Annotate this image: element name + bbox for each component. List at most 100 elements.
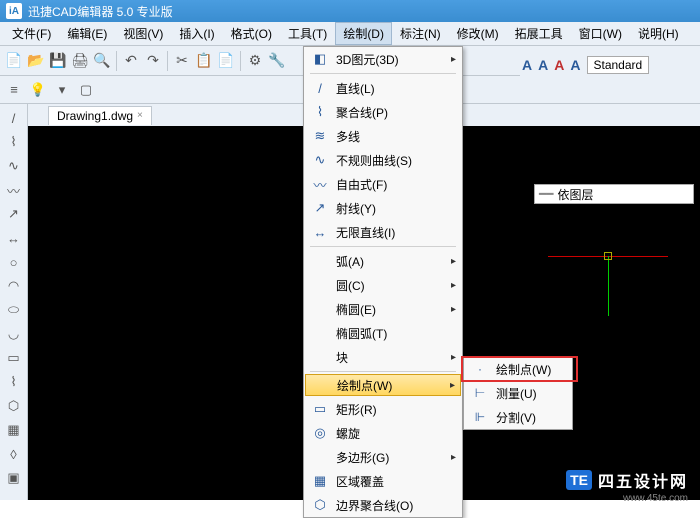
menu-item[interactable]: ◧3D图元(3D)▸: [304, 47, 462, 71]
menu-modify[interactable]: 修改(M): [449, 22, 507, 45]
submenu-item-icon: ⊢: [470, 383, 490, 403]
submenu-arrow-icon: ▸: [451, 452, 456, 463]
paste-icon[interactable]: 📄: [216, 51, 236, 71]
bulb-icon[interactable]: 💡: [28, 80, 48, 100]
submenu-item[interactable]: ·绘制点(W): [464, 357, 572, 381]
open-icon[interactable]: 📂: [26, 51, 46, 71]
menu-item-icon: 〰: [310, 174, 330, 194]
text-a-icon[interactable]: A: [554, 57, 564, 73]
menu-item[interactable]: 〰自由式(F): [304, 172, 462, 196]
menu-item[interactable]: 椭圆弧(T): [304, 321, 462, 345]
menu-item-label: 绘制点(W): [337, 377, 450, 394]
submenu-item[interactable]: ⊢测量(U): [464, 381, 572, 405]
menu-item[interactable]: /直线(L): [304, 76, 462, 100]
freehand-tool-icon[interactable]: 〰: [4, 180, 24, 200]
copy-icon[interactable]: 📋: [194, 51, 214, 71]
menu-file[interactable]: 文件(F): [4, 22, 59, 45]
boundary-tool-icon[interactable]: ◊: [4, 444, 24, 464]
polyline-tool-icon[interactable]: ⌇: [4, 132, 24, 152]
menu-edit[interactable]: 编辑(E): [59, 22, 115, 45]
app-title: 迅捷CAD编辑器 5.0 专业版: [28, 3, 173, 20]
arc-tool-icon[interactable]: ◠: [4, 276, 24, 296]
text-a-icon[interactable]: A: [538, 57, 548, 73]
box-icon[interactable]: ▢: [76, 80, 96, 100]
menu-format[interactable]: 格式(O): [223, 22, 280, 45]
menu-item[interactable]: ↗射线(Y): [304, 196, 462, 220]
submenu-item[interactable]: ⊩分割(V): [464, 405, 572, 429]
xline-tool-icon[interactable]: ↔: [4, 228, 24, 248]
menu-item-icon: [310, 323, 330, 343]
draw-menu-dropdown[interactable]: ◧3D图元(3D)▸ /直线(L)⌇聚合线(P)≋多线∿不规则曲线(S)〰自由式(…: [303, 46, 463, 518]
ray-tool-icon[interactable]: ↗: [4, 204, 24, 224]
menu-item[interactable]: ≋多线: [304, 124, 462, 148]
tool-icon[interactable]: 🔧: [267, 51, 287, 71]
menu-item[interactable]: ⌇聚合线(P): [304, 100, 462, 124]
menu-item-label: 椭圆弧(T): [336, 325, 456, 342]
spline-tool-icon[interactable]: ∿: [4, 156, 24, 176]
print-icon[interactable]: 🖨: [70, 51, 90, 71]
menu-item[interactable]: 绘制点(W)▸: [305, 374, 461, 396]
menu-item[interactable]: 多边形(G)▸: [304, 445, 462, 469]
dropdown-icon[interactable]: ▾: [52, 80, 72, 100]
menu-dimension[interactable]: 标注(N): [392, 22, 449, 45]
menu-bar[interactable]: 文件(F) 编辑(E) 视图(V) 插入(I) 格式(O) 工具(T) 绘制(D…: [0, 22, 700, 46]
style-select[interactable]: Standard: [587, 56, 650, 74]
text-a-icon[interactable]: A: [570, 57, 580, 73]
separator: [116, 51, 117, 71]
menu-item[interactable]: ▭矩形(R): [304, 397, 462, 421]
document-tab[interactable]: Drawing1.dwg ×: [48, 106, 152, 125]
menu-view[interactable]: 视图(V): [115, 22, 171, 45]
submenu-arrow-icon: ▸: [451, 304, 456, 315]
menu-item[interactable]: ▦区域覆盖: [304, 469, 462, 493]
submenu-item-icon: ·: [470, 359, 490, 379]
save-icon[interactable]: 💾: [48, 51, 68, 71]
rect-tool-icon[interactable]: ▭: [4, 348, 24, 368]
menu-extensions[interactable]: 拓展工具: [507, 22, 571, 45]
tool-icon[interactable]: ⚙: [245, 51, 265, 71]
crosshair-pickbox: [604, 252, 612, 260]
text-a-icon[interactable]: A: [522, 57, 532, 73]
preview-icon[interactable]: 🔍: [92, 51, 112, 71]
menu-item-label: 不规则曲线(S): [336, 152, 456, 169]
menu-tools[interactable]: 工具(T): [280, 22, 335, 45]
ellipse-tool-icon[interactable]: ⬭: [4, 300, 24, 320]
menu-item-icon: [310, 347, 330, 367]
close-icon[interactable]: ×: [137, 110, 143, 121]
menu-item[interactable]: 弧(A)▸: [304, 249, 462, 273]
draw-point-submenu[interactable]: ·绘制点(W)⊢测量(U)⊩分割(V): [463, 356, 573, 430]
layer-icon[interactable]: ≡: [4, 80, 24, 100]
menu-item[interactable]: 圆(C)▸: [304, 273, 462, 297]
redo-icon[interactable]: ↷: [143, 51, 163, 71]
menu-window[interactable]: 窗口(W): [571, 22, 630, 45]
spring-tool-icon[interactable]: ⌇: [4, 372, 24, 392]
menu-item-icon: ▭: [310, 399, 330, 419]
menu-help[interactable]: 说明(H): [630, 22, 687, 45]
line-tool-icon[interactable]: /: [4, 108, 24, 128]
menu-item-icon: ↗: [310, 198, 330, 218]
menu-insert[interactable]: 插入(I): [171, 22, 222, 45]
menu-item[interactable]: ⬡边界聚合线(O): [304, 493, 462, 517]
title-bar: iA 迅捷CAD编辑器 5.0 专业版: [0, 0, 700, 22]
hatch-tool-icon[interactable]: ▦: [4, 420, 24, 440]
menu-item-icon: [310, 251, 330, 271]
menu-item-label: 聚合线(P): [336, 104, 456, 121]
menu-item[interactable]: 椭圆(E)▸: [304, 297, 462, 321]
menu-item[interactable]: 块▸: [304, 345, 462, 369]
region-tool-icon[interactable]: ▣: [4, 468, 24, 488]
circle-tool-icon[interactable]: ○: [4, 252, 24, 272]
menu-item[interactable]: ∿不规则曲线(S): [304, 148, 462, 172]
menu-item[interactable]: ↔无限直线(I): [304, 220, 462, 244]
layer-select[interactable]: ━━ 依图层: [534, 184, 694, 204]
menu-draw[interactable]: 绘制(D): [335, 22, 392, 45]
menu-item-label: 无限直线(I): [336, 224, 456, 241]
menu-item-label: 块: [336, 349, 451, 366]
watermark-text: 四五设计网: [598, 468, 688, 492]
menu-item[interactable]: ◎螺旋: [304, 421, 462, 445]
ellipse-arc-tool-icon[interactable]: ◡: [4, 324, 24, 344]
menu-item-label: 3D图元(3D): [336, 51, 451, 68]
polygon-tool-icon[interactable]: ⬡: [4, 396, 24, 416]
new-icon[interactable]: 📄: [4, 51, 24, 71]
menu-item-label: 螺旋: [336, 425, 456, 442]
cut-icon[interactable]: ✂: [172, 51, 192, 71]
undo-icon[interactable]: ↶: [121, 51, 141, 71]
